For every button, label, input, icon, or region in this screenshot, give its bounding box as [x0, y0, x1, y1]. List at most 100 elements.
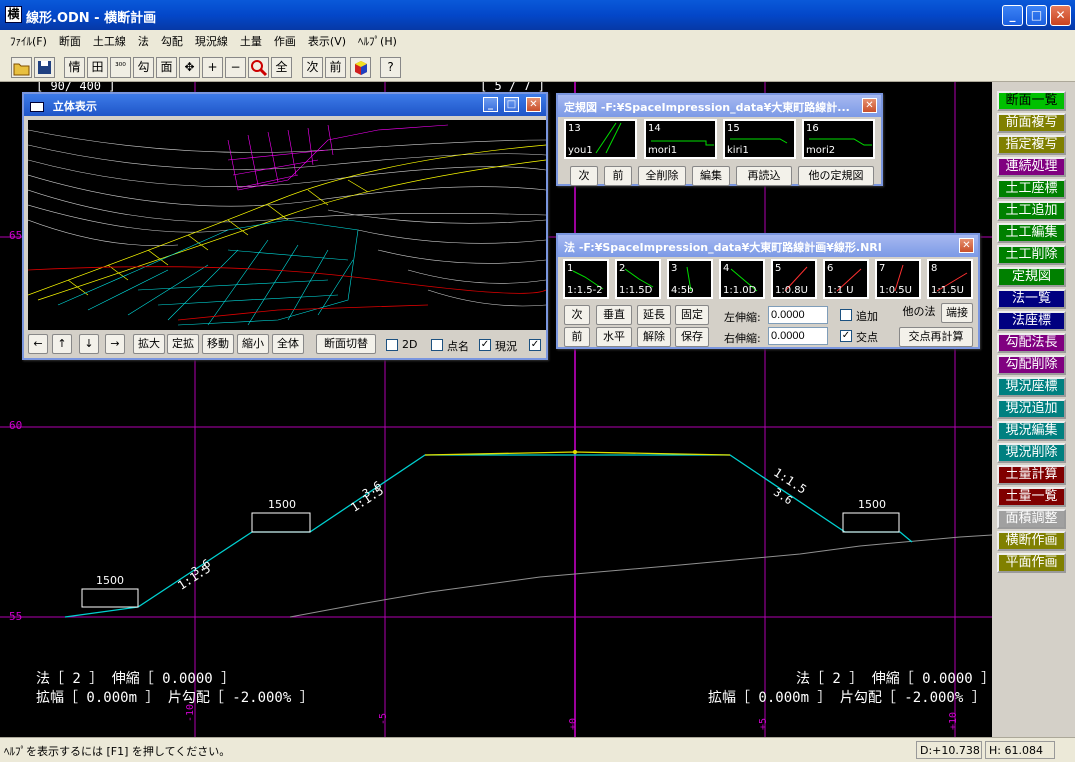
pan-up-button[interactable]: ↑ — [52, 334, 72, 354]
info-button[interactable]: 情 — [64, 57, 85, 78]
zoom-in-button[interactable]: + — [202, 57, 223, 78]
menu-drawing[interactable]: 作画 — [268, 33, 302, 49]
maximize-button[interactable]: □ — [504, 97, 519, 112]
next-button[interactable]: 次 — [302, 57, 323, 78]
right-stretch-input[interactable] — [768, 327, 828, 345]
menu-view[interactable]: 表示(V) — [302, 33, 352, 49]
prev-button[interactable]: 前 — [325, 57, 346, 78]
extra-checkbox[interactable]: ✓ — [529, 339, 541, 351]
earthwork-edit-button[interactable]: 土工編集 — [997, 223, 1066, 243]
batch-process-button[interactable]: 連続処理 — [997, 157, 1066, 177]
menu-volume[interactable]: 土量 — [234, 33, 268, 49]
add-checkbox[interactable] — [840, 309, 852, 321]
move-button[interactable]: 移動 — [202, 334, 234, 354]
minimize-button[interactable]: _ — [1002, 5, 1023, 26]
close-button[interactable]: ✕ — [959, 238, 974, 253]
left-stretch-input[interactable] — [768, 306, 828, 324]
fit-all-button[interactable]: 全 — [271, 57, 292, 78]
zoom-icon[interactable] — [248, 57, 269, 78]
gradient-length-button[interactable]: 勾配法長 — [997, 333, 1066, 353]
earthwork-delete-button[interactable]: 土工削除 — [997, 245, 1066, 265]
pan-left-button[interactable]: ← — [28, 334, 48, 354]
earthwork-add-button[interactable]: 土工追加 — [997, 201, 1066, 221]
3d-viewport[interactable] — [28, 120, 546, 330]
slope-thumb[interactable]: 5 1:0.8U — [771, 259, 817, 299]
menu-slope[interactable]: 法 — [132, 33, 155, 49]
other-standard-button[interactable]: 他の定規図 — [798, 166, 874, 186]
edit-button[interactable]: 編集 — [692, 166, 730, 186]
release-button[interactable]: 解除 — [637, 327, 671, 347]
volume-calc-button[interactable]: 土量計算 — [997, 465, 1066, 485]
point-names-checkbox[interactable] — [431, 339, 443, 351]
fit-all-button[interactable]: 全体 — [272, 334, 304, 354]
ground-add-button[interactable]: 現況追加 — [997, 399, 1066, 419]
ground-edit-button[interactable]: 現況編集 — [997, 421, 1066, 441]
standard-thumb[interactable]: 14 mori1 — [644, 119, 717, 159]
table-button[interactable]: 田 — [87, 57, 108, 78]
maximize-button[interactable]: □ — [1026, 5, 1047, 26]
slope-coord-button[interactable]: 法座標 — [997, 311, 1066, 331]
minimize-button[interactable]: _ — [483, 97, 498, 112]
next-button[interactable]: 次 — [564, 305, 590, 325]
menu-file[interactable]: ﾌｧｲﾙ(F) — [4, 33, 53, 49]
specified-copy-button[interactable]: 指定複写 — [997, 135, 1066, 155]
slope-thumb[interactable]: 8 1:1.5U — [927, 259, 973, 299]
fixed-zoom-button[interactable]: 定拡 — [167, 334, 199, 354]
2d-checkbox[interactable] — [386, 339, 398, 351]
section-list-button[interactable]: 断面一覧 — [997, 91, 1066, 111]
gradient-delete-button[interactable]: 勾配削除 — [997, 355, 1066, 375]
zoom-in-button[interactable]: 拡大 — [133, 334, 165, 354]
standard-thumb[interactable]: 13 you1 — [564, 119, 637, 159]
area-adjust-button[interactable]: 面積調整 — [997, 509, 1066, 529]
standard-thumb[interactable]: 15 kiri1 — [723, 119, 796, 159]
other-slope-button[interactable]: 他の法 — [899, 303, 939, 323]
save-button[interactable]: 保存 — [675, 327, 709, 347]
menu-gradient[interactable]: 勾配 — [155, 33, 189, 49]
open-icon[interactable] — [11, 57, 32, 78]
extend-button[interactable]: 延長 — [637, 305, 671, 325]
plan-drawing-button[interactable]: 平面作画 — [997, 553, 1066, 573]
ground-coord-button[interactable]: 現況座標 — [997, 377, 1066, 397]
pan-right-button[interactable]: → — [105, 334, 125, 354]
ground-delete-button[interactable]: 現況削除 — [997, 443, 1066, 463]
front-copy-button[interactable]: 前面複写 — [997, 113, 1066, 133]
prev-button[interactable]: 前 — [564, 327, 590, 347]
close-button[interactable]: ✕ — [526, 97, 541, 112]
standard-drawing-button[interactable]: 定規図 — [997, 267, 1066, 287]
zoom-out-button[interactable]: 縮小 — [237, 334, 269, 354]
current-checkbox[interactable]: ✓ — [479, 339, 491, 351]
volume-list-button[interactable]: 土量一覧 — [997, 487, 1066, 507]
next-button[interactable]: 次 — [570, 166, 598, 186]
delete-all-button[interactable]: 全削除 — [638, 166, 686, 186]
close-button[interactable]: ✕ — [862, 98, 877, 113]
slope-thumb[interactable]: 1 1:1.5-2 — [563, 259, 609, 299]
pan-down-button[interactable]: ↓ — [79, 334, 99, 354]
slope-thumb[interactable]: 4 1:1.0D — [719, 259, 765, 299]
section-switch-button[interactable]: 断面切替 — [316, 334, 376, 354]
intersection-checkbox[interactable]: ✓ — [840, 330, 852, 342]
menu-help[interactable]: ﾍﾙﾌﾟ(H) — [352, 33, 403, 49]
fix-button[interactable]: 固定 — [675, 305, 709, 325]
save-icon[interactable] — [34, 57, 55, 78]
menu-earthwork-line[interactable]: 土工線 — [87, 33, 132, 49]
close-button[interactable]: ✕ — [1050, 5, 1071, 26]
slope-list-button[interactable]: 法一覧 — [997, 289, 1066, 309]
help-button[interactable]: ? — [380, 57, 401, 78]
reload-button[interactable]: 再読込 — [736, 166, 792, 186]
zoom-out-button[interactable]: − — [225, 57, 246, 78]
surface-button[interactable]: 面 — [156, 57, 177, 78]
vertical-button[interactable]: 垂直 — [596, 305, 632, 325]
recalc-intersection-button[interactable]: 交点再計算 — [899, 327, 973, 347]
earthwork-coord-button[interactable]: 土工座標 — [997, 179, 1066, 199]
gradient-button[interactable]: 勾 — [133, 57, 154, 78]
slope-thumb[interactable]: 6 1:1 U — [823, 259, 869, 299]
menu-section[interactable]: 断面 — [53, 33, 87, 49]
prev-button[interactable]: 前 — [604, 166, 632, 186]
cube-icon[interactable] — [350, 57, 371, 78]
slope-thumb[interactable]: 3 4:5b — [667, 259, 713, 299]
slope-thumb[interactable]: 2 1:1.5D — [615, 259, 661, 299]
edge-button[interactable]: 端接 — [941, 303, 973, 323]
cross-drawing-button[interactable]: 横断作画 — [997, 531, 1066, 551]
slope-thumb[interactable]: 7 1:0.5U — [875, 259, 921, 299]
standard-thumb[interactable]: 16 mori2 — [802, 119, 875, 159]
